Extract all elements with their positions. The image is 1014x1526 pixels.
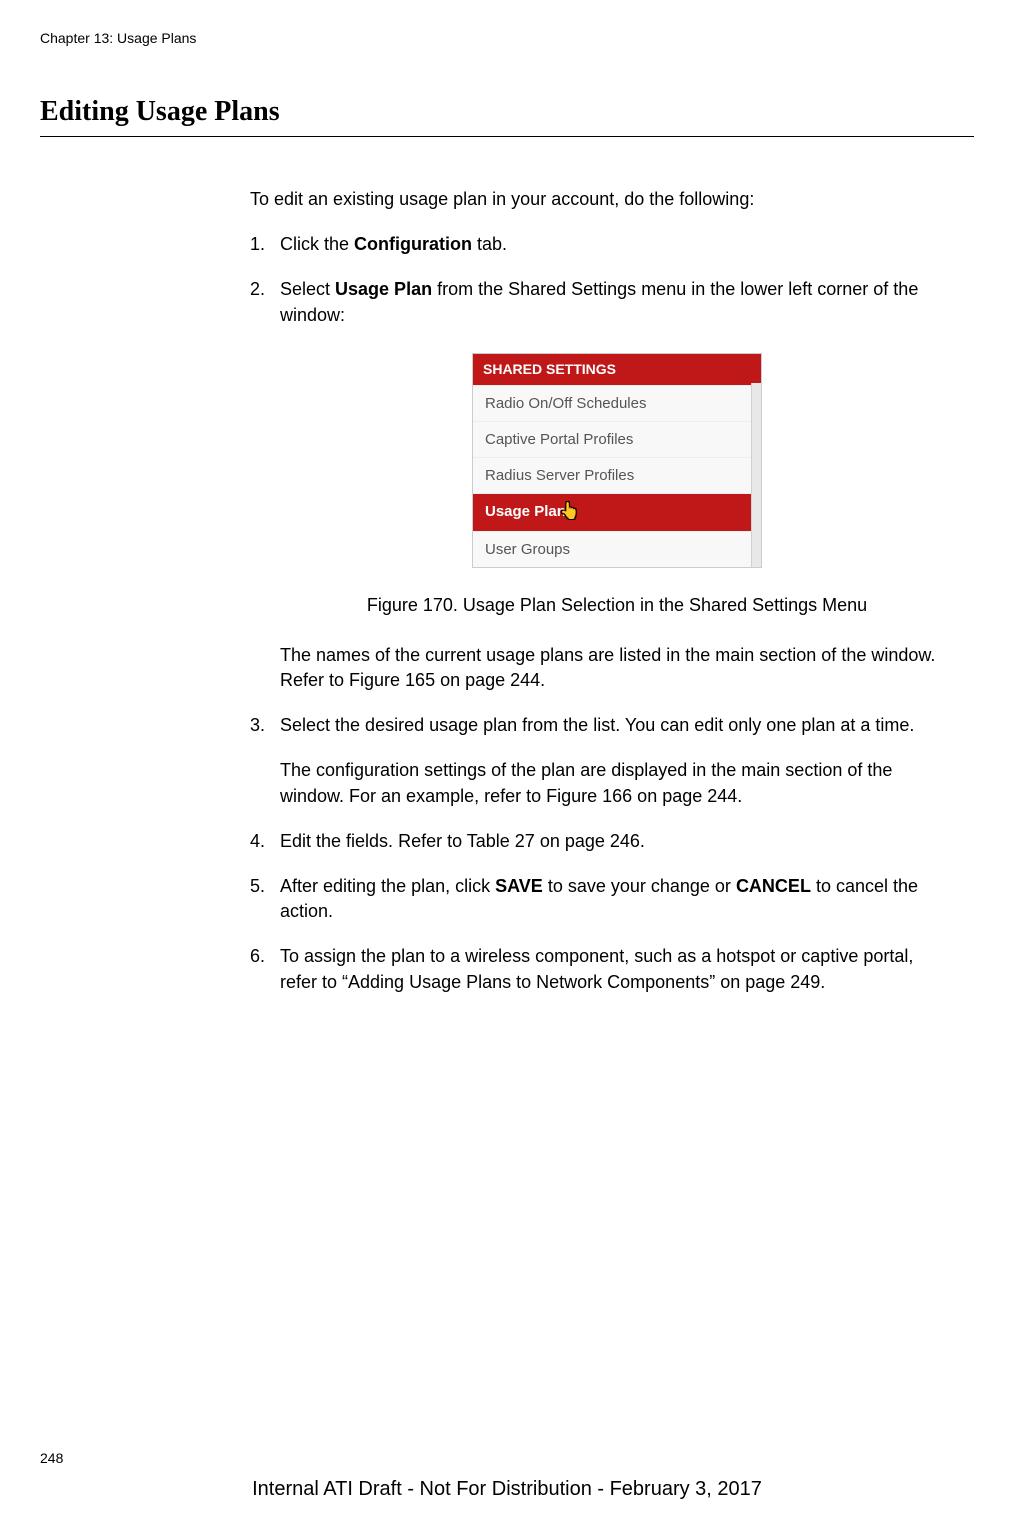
- menu-item-label: Usage Plan: [485, 504, 566, 521]
- content-area: To edit an existing usage plan in your a…: [250, 187, 954, 995]
- step-number: 4.: [250, 829, 280, 854]
- page-number: 248: [40, 1450, 63, 1466]
- step-text: Click the Configuration tab.: [280, 232, 954, 257]
- step-1: 1. Click the Configuration tab.: [250, 232, 954, 257]
- step-3: 3. Select the desired usage plan from th…: [250, 713, 954, 809]
- step-2: 2. Select Usage Plan from the Shared Set…: [250, 277, 954, 693]
- text-segment: tab.: [472, 234, 507, 254]
- step-text: To assign the plan to a wireless compone…: [280, 944, 954, 994]
- text-segment: After editing the plan, click: [280, 876, 495, 896]
- section-title: Editing Usage Plans: [40, 96, 974, 137]
- scrollbar[interactable]: [751, 383, 761, 567]
- step-6: 6. To assign the plan to a wireless comp…: [250, 944, 954, 994]
- shared-settings-menu: SHARED SETTINGS Radio On/Off Schedules C…: [472, 353, 762, 568]
- step-list: 1. Click the Configuration tab. 2. Selec…: [250, 232, 954, 995]
- bold-term: Usage Plan: [335, 279, 432, 299]
- text-segment: Select: [280, 279, 335, 299]
- bold-term: SAVE: [495, 876, 543, 896]
- step-number: 3.: [250, 713, 280, 809]
- chapter-header: Chapter 13: Usage Plans: [40, 30, 974, 46]
- cursor-pointer-icon: 👆: [560, 501, 580, 523]
- menu-item-usage-plan[interactable]: Usage Plan👆: [473, 493, 751, 530]
- text-segment: Select the desired usage plan from the l…: [280, 715, 914, 735]
- step-4: 4. Edit the fields. Refer to Table 27 on…: [250, 829, 954, 854]
- menu-header: SHARED SETTINGS: [473, 354, 761, 386]
- bold-term: CANCEL: [736, 876, 811, 896]
- step-5: 5. After editing the plan, click SAVE to…: [250, 874, 954, 924]
- step-text: Select the desired usage plan from the l…: [280, 713, 954, 809]
- intro-paragraph: To edit an existing usage plan in your a…: [250, 187, 954, 212]
- footer-text: Internal ATI Draft - Not For Distributio…: [0, 1478, 1014, 1501]
- figure-container: SHARED SETTINGS Radio On/Off Schedules C…: [280, 353, 954, 618]
- step-subparagraph: The configuration settings of the plan a…: [280, 758, 954, 808]
- step-text: After editing the plan, click SAVE to sa…: [280, 874, 954, 924]
- bold-term: Configuration: [354, 234, 472, 254]
- step-number: 1.: [250, 232, 280, 257]
- step-text: Select Usage Plan from the Shared Settin…: [280, 277, 954, 693]
- menu-item-captive-portal[interactable]: Captive Portal Profiles: [473, 421, 751, 457]
- step-number: 2.: [250, 277, 280, 693]
- step-number: 5.: [250, 874, 280, 924]
- menu-item-user-groups[interactable]: User Groups: [473, 531, 751, 567]
- text-segment: Click the: [280, 234, 354, 254]
- figure-caption: Figure 170. Usage Plan Selection in the …: [280, 593, 954, 618]
- text-segment: to save your change or: [543, 876, 736, 896]
- step-subparagraph: The names of the current usage plans are…: [280, 643, 954, 693]
- menu-item-radio-schedules[interactable]: Radio On/Off Schedules: [473, 385, 751, 421]
- menu-item-radius-server[interactable]: Radius Server Profiles: [473, 457, 751, 493]
- step-number: 6.: [250, 944, 280, 994]
- step-text: Edit the fields. Refer to Table 27 on pa…: [280, 829, 954, 854]
